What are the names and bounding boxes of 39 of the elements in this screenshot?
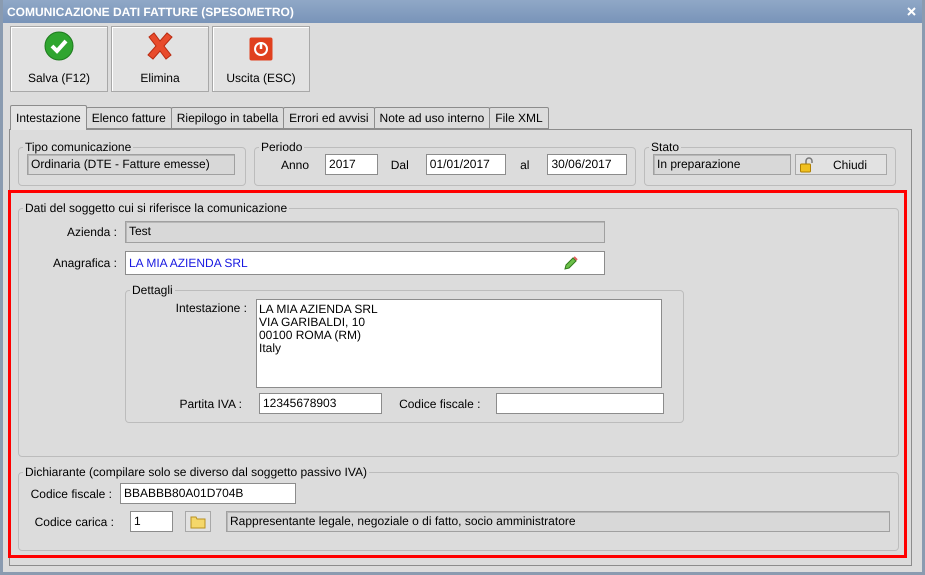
tab[interactable]: File XML <box>489 107 549 129</box>
read-only-field: Test <box>125 221 605 243</box>
tab[interactable]: Note ad uso interno <box>374 107 490 129</box>
exit-button[interactable]: Uscita (ESC) <box>212 26 310 92</box>
save-button[interactable]: Salva (F12) <box>10 26 108 92</box>
text-field[interactable]: BBABBB80A01D704B <box>120 483 296 504</box>
group-legend: Tipo comunicazione <box>23 140 134 154</box>
text-area[interactable]: LA MIA AZIENDA SRL VIA GARIBALDI, 10 00100 ROMA (RM) Italy <box>256 299 662 388</box>
field-label: Partita IVA : <box>178 396 242 410</box>
field-label: Codice fiscale : <box>30 486 112 500</box>
group-legend: Periodo <box>259 140 304 154</box>
close-button[interactable]: Chiudi <box>795 154 887 175</box>
tab[interactable]: Riepilogo in tabella <box>170 107 284 129</box>
field-label: Codice carica : <box>34 514 114 528</box>
group-legend: Dati del soggetto cui si riferisce la comunicazione <box>23 201 290 215</box>
read-only-field: Rappresentante legale, negoziale o di fatto, socio amministratore <box>226 511 890 532</box>
group-legend: Dichiarante (compilare solo se diverso dal soggetto passivo IVA) <box>23 465 369 479</box>
field-label: Anno <box>281 158 310 172</box>
text-field[interactable]: 12345678903 <box>258 393 382 414</box>
date-field[interactable]: 30/06/2017 <box>547 154 628 175</box>
group-legend: Dettagli <box>130 283 175 297</box>
text-field[interactable]: 2017 <box>325 154 378 175</box>
read-only-field: In preparazione <box>653 154 791 175</box>
tab[interactable]: Elenco fatture <box>86 107 172 129</box>
group-legend: Stato <box>649 140 682 154</box>
window-title: COMUNICAZIONE DATI FATTURE (SPESOMETRO) <box>7 4 294 18</box>
field-label: Anagrafica : <box>52 256 117 270</box>
date-field[interactable]: 01/01/2017 <box>426 154 506 175</box>
tab[interactable]: Errori ed avvisi <box>283 107 375 129</box>
delete-button[interactable]: Elimina <box>111 26 209 92</box>
tab[interactable]: Intestazione <box>10 105 87 130</box>
field-label: Azienda : <box>66 225 117 239</box>
read-only-field: Ordinaria (DTE - Fatture emesse) <box>27 154 235 175</box>
field-label: Codice fiscale : <box>398 396 480 410</box>
text-field[interactable]: 1 <box>130 511 173 532</box>
field-label: Intestazione : <box>174 301 247 315</box>
field-label: Dal <box>390 158 409 172</box>
field-label: al <box>520 158 530 172</box>
lookup-field[interactable]: LA MIA AZIENDA SRL <box>125 251 605 275</box>
